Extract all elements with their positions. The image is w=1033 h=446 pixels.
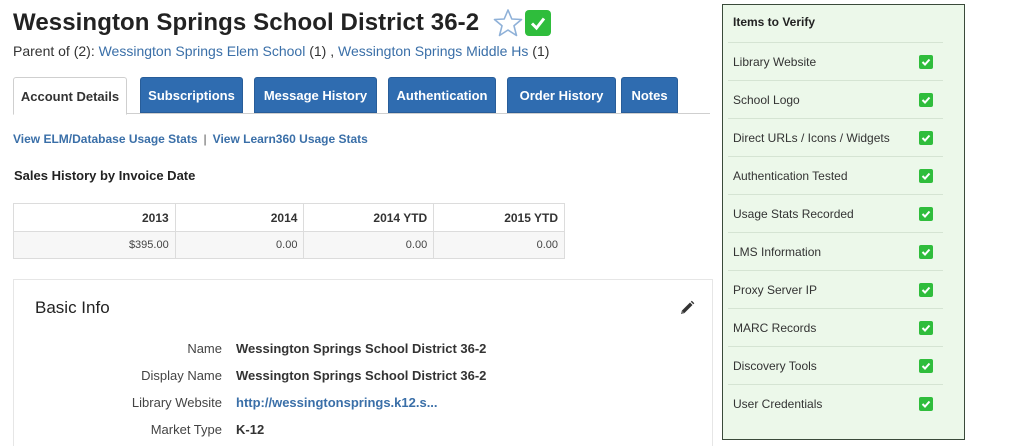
tab-bar: Account Details Subscriptions Message Hi… — [13, 77, 710, 115]
page-title: Wessington Springs School District 36-2 — [13, 9, 480, 36]
sales-history-table: 2013 2014 2014 YTD 2015 YTD $395.00 0.00… — [13, 203, 565, 259]
verify-item: MARC Records — [728, 308, 943, 346]
table-row: $395.00 0.00 0.00 0.00 — [13, 231, 565, 259]
checkbox-checked-icon[interactable] — [919, 92, 933, 107]
column-header: 2013 — [13, 203, 176, 232]
verify-item-label: Discovery Tools — [733, 358, 817, 373]
tab-account-details[interactable]: Account Details — [13, 77, 127, 115]
tab-authentication[interactable]: Authentication — [388, 77, 496, 113]
parent-count-middle: (1) — [532, 43, 550, 59]
verify-item: Usage Stats Recorded — [728, 194, 943, 232]
parent-link-middle[interactable]: Wessington Springs Middle Hs — [338, 43, 528, 59]
usage-stats-links: View ELM/Database Usage Stats | View Learn… — [13, 132, 368, 146]
pencil-edit-icon[interactable] — [679, 300, 695, 316]
parent-of-row: Parent of (2): Wessington Springs Elem S… — [13, 43, 549, 59]
verify-item-label: User Credentials — [733, 396, 823, 411]
table-cell: $395.00 — [13, 231, 176, 259]
verify-item-label: Library Website — [733, 54, 817, 69]
parent-separator: , — [330, 43, 335, 59]
tab-subscriptions[interactable]: Subscriptions — [140, 77, 243, 113]
library-website-link[interactable]: http://wessingtonsprings.k12.s... — [236, 395, 438, 410]
info-row-display-name: Display Name Wessington Springs School D… — [14, 368, 714, 388]
info-row-market-type: Market Type K-12 — [14, 422, 714, 442]
table-header-row: 2013 2014 2014 YTD 2015 YTD — [13, 203, 565, 232]
tab-message-history[interactable]: Message History — [254, 77, 377, 113]
verify-item: Direct URLs / Icons / Widgets — [728, 118, 943, 156]
star-icon[interactable] — [493, 8, 523, 38]
basic-info-title: Basic Info — [35, 298, 110, 317]
column-header: 2014 YTD — [303, 203, 435, 232]
table-cell: 0.00 — [433, 231, 565, 259]
items-to-verify-panel: Items to Verify Library Website School L… — [722, 4, 965, 440]
verify-item: Proxy Server IP — [728, 270, 943, 308]
verify-item-label: Authentication Tested — [733, 168, 848, 183]
verify-item-label: Direct URLs / Icons / Widgets — [733, 130, 890, 145]
checkbox-checked-icon[interactable] — [919, 168, 933, 183]
learn360-usage-stats-link[interactable]: View Learn360 Usage Stats — [213, 132, 368, 146]
info-value: Wessington Springs School District 36-2 — [236, 341, 487, 356]
verify-item-label: LMS Information — [733, 244, 822, 259]
verify-item: User Credentials — [728, 384, 943, 422]
parent-count-elem: (1) — [309, 43, 327, 59]
checkbox-checked-icon[interactable] — [919, 358, 933, 373]
checkbox-checked-icon[interactable] — [919, 130, 933, 145]
info-label: Display Name — [141, 368, 222, 383]
elm-usage-stats-link[interactable]: View ELM/Database Usage Stats — [13, 132, 198, 146]
info-label: Name — [187, 341, 222, 356]
info-row-library-website: Library Website http://wessingtonsprings… — [14, 395, 714, 415]
verify-item: Authentication Tested — [728, 156, 943, 194]
checkbox-checked-icon[interactable] — [919, 396, 933, 411]
info-value: K-12 — [236, 422, 265, 437]
verified-check-icon — [525, 10, 552, 36]
table-cell: 0.00 — [303, 231, 435, 259]
info-label: Market Type — [150, 422, 222, 437]
sales-history-title: Sales History by Invoice Date — [14, 168, 196, 183]
verify-item: Discovery Tools — [728, 346, 943, 384]
info-row-name: Name Wessington Springs School District … — [14, 341, 714, 361]
checkbox-checked-icon[interactable] — [919, 54, 933, 69]
verify-item-label: Usage Stats Recorded — [733, 206, 854, 221]
verify-item: School Logo — [728, 80, 943, 118]
title-row: Wessington Springs School District 36-2 — [13, 8, 552, 38]
parent-link-elem[interactable]: Wessington Springs Elem School — [99, 43, 306, 59]
info-value: Wessington Springs School District 36-2 — [236, 368, 487, 383]
column-header: 2015 YTD — [433, 203, 565, 232]
checkbox-checked-icon[interactable] — [919, 244, 933, 259]
column-header: 2014 — [174, 203, 305, 232]
verify-item-label: Proxy Server IP — [733, 282, 818, 297]
link-separator: | — [203, 132, 207, 146]
checkbox-checked-icon[interactable] — [919, 282, 933, 297]
checkbox-checked-icon[interactable] — [919, 320, 933, 335]
verify-item-label: MARC Records — [733, 320, 817, 335]
verify-item-label: School Logo — [733, 92, 800, 107]
tab-order-history[interactable]: Order History — [507, 77, 616, 113]
verify-item: LMS Information — [728, 232, 943, 270]
parent-prefix: Parent of (2): — [13, 43, 95, 59]
table-cell: 0.00 — [174, 231, 305, 259]
info-label: Library Website — [131, 395, 222, 410]
verify-title: Items to Verify — [733, 15, 816, 29]
basic-info-panel: Basic Info Name Wessington Springs Schoo… — [13, 279, 713, 446]
tab-notes[interactable]: Notes — [621, 77, 678, 113]
verify-item: Library Website — [728, 42, 943, 80]
checkbox-checked-icon[interactable] — [919, 206, 933, 221]
